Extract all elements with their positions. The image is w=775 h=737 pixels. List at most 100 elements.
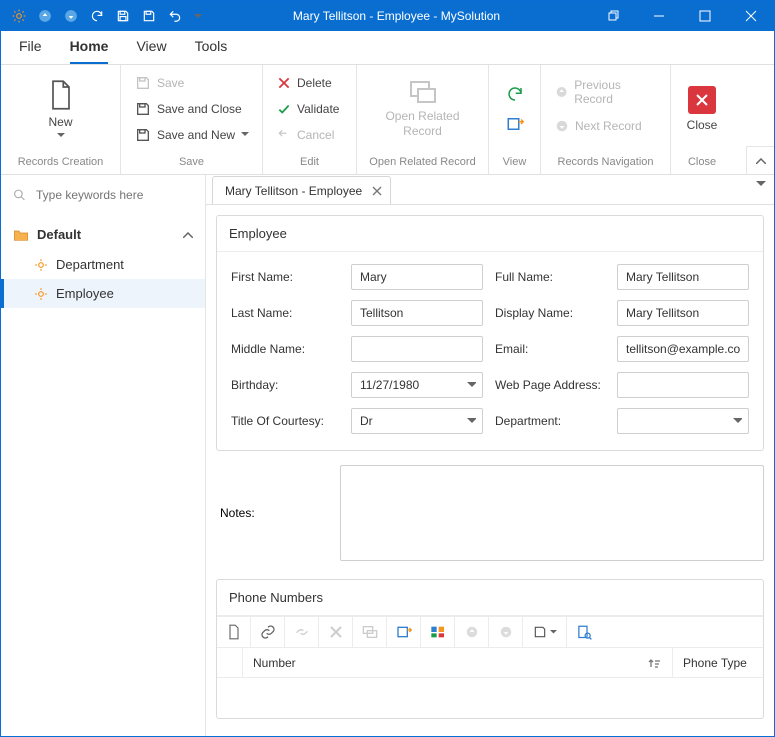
notes-row: Notes:	[216, 465, 764, 561]
chevron-down-icon	[756, 181, 766, 187]
email-field[interactable]	[617, 336, 749, 362]
new-phone-button[interactable]	[217, 617, 251, 647]
search-input[interactable]	[34, 187, 193, 203]
display-name-label: Display Name:	[495, 306, 605, 320]
new-button[interactable]: New	[16, 79, 106, 138]
group-records-creation: Records Creation	[1, 152, 120, 174]
minimize-icon[interactable]	[636, 1, 682, 31]
move-up-button[interactable]	[455, 617, 489, 647]
tabstrip-options-button[interactable]	[756, 181, 766, 187]
arrow-down-circle-icon[interactable]	[59, 2, 83, 30]
arrow-down-circle-icon	[499, 625, 513, 639]
unlink-button[interactable]	[285, 617, 319, 647]
qat-dropdown-icon[interactable]	[189, 2, 203, 30]
first-name-field[interactable]	[351, 264, 483, 290]
notes-field[interactable]	[340, 465, 764, 561]
find-button[interactable]	[567, 617, 601, 647]
title-courtesy-field[interactable]	[351, 408, 483, 434]
move-down-button[interactable]	[489, 617, 523, 647]
chevron-down-icon	[241, 132, 249, 137]
save-and-new-button[interactable]: Save and New	[131, 123, 253, 147]
nav-item-department[interactable]: Department	[1, 250, 205, 279]
search-document-icon	[577, 625, 592, 640]
save-new-icon	[135, 127, 151, 143]
first-name-label: First Name:	[231, 270, 339, 284]
related-record-icon	[408, 79, 438, 105]
search-box[interactable]	[1, 175, 205, 215]
open-related-label: Open Related Record	[368, 109, 478, 138]
folder-open-icon	[13, 228, 29, 242]
save-button[interactable]: Save	[131, 71, 188, 95]
open-related-record-button[interactable]: Open Related Record	[368, 79, 478, 138]
close-window-icon[interactable]	[728, 1, 774, 31]
tab-view[interactable]: View	[136, 38, 166, 64]
middle-name-field[interactable]	[351, 336, 483, 362]
department-field[interactable]	[617, 408, 749, 434]
cancel-button[interactable]: Cancel	[273, 123, 338, 147]
chevron-down-icon	[57, 133, 65, 138]
delete-icon	[277, 76, 291, 90]
document-tab-label: Mary Tellitson - Employee	[225, 184, 362, 198]
detail-scroll-area[interactable]: Employee First Name: Full Name: Last Nam…	[206, 205, 774, 736]
link-button[interactable]	[251, 617, 285, 647]
nav-item-employee[interactable]: Employee	[1, 279, 205, 308]
chevron-down-icon[interactable]	[467, 382, 476, 388]
refresh-icon	[506, 85, 524, 103]
document-tab[interactable]: Mary Tellitson - Employee	[212, 176, 391, 204]
maximize-icon[interactable]	[682, 1, 728, 31]
open-record-button[interactable]	[387, 617, 421, 647]
phone-panel-header: Phone Numbers	[217, 580, 763, 616]
title-bar: Mary Tellitson - Employee - MySolution	[1, 1, 774, 31]
full-name-field[interactable]	[617, 264, 749, 290]
gear-icon[interactable]	[7, 2, 31, 30]
grid-selector-column[interactable]	[217, 648, 243, 677]
next-record-button[interactable]: Next Record	[551, 114, 646, 138]
delete-button[interactable]: Delete	[273, 71, 336, 95]
birthday-field[interactable]	[351, 372, 483, 398]
ribbon-collapse-button[interactable]	[746, 146, 774, 174]
tab-file[interactable]: File	[19, 38, 42, 64]
column-phone-type-label: Phone Type	[683, 656, 747, 670]
refresh-icon[interactable]	[85, 2, 109, 30]
arrow-down-circle-icon	[555, 119, 569, 133]
chevron-down-icon[interactable]	[467, 418, 476, 424]
nav-folder-default[interactable]: Default	[1, 219, 205, 250]
save-and-close-button[interactable]: Save and Close	[131, 97, 246, 121]
save-icon[interactable]	[111, 2, 135, 30]
document-tabstrip: Mary Tellitson - Employee	[206, 175, 774, 205]
content-area: Mary Tellitson - Employee Employee First…	[206, 175, 774, 736]
mdi-restore-icon[interactable]	[590, 1, 636, 31]
close-record-button[interactable]: Close	[679, 86, 725, 132]
save-close-label: Save and Close	[157, 102, 242, 116]
clone-button[interactable]	[353, 617, 387, 647]
tab-home[interactable]: Home	[70, 38, 109, 64]
web-field[interactable]	[617, 372, 749, 398]
column-number[interactable]: Number	[243, 648, 673, 677]
navigation-sidebar: Default Department Employee	[1, 175, 206, 736]
column-phone-type[interactable]: Phone Type	[673, 648, 763, 677]
gear-icon	[34, 287, 48, 301]
layout-button[interactable]	[421, 617, 455, 647]
last-name-field[interactable]	[351, 300, 483, 326]
link-icon	[260, 624, 276, 640]
undo-icon	[277, 128, 291, 142]
birthday-label: Birthday:	[231, 378, 339, 392]
arrow-up-circle-icon[interactable]	[33, 2, 57, 30]
save-layout-button[interactable]	[523, 617, 567, 647]
tab-tools[interactable]: Tools	[195, 38, 228, 64]
close-tab-icon[interactable]	[372, 186, 382, 196]
new-document-icon	[47, 79, 75, 111]
validate-button[interactable]: Validate	[273, 97, 343, 121]
save-close-icon[interactable]	[137, 2, 161, 30]
delete-phone-button[interactable]	[319, 617, 353, 647]
refresh-view-button[interactable]	[506, 85, 524, 103]
undo-icon[interactable]	[163, 2, 187, 30]
display-name-field[interactable]	[617, 300, 749, 326]
delete-icon	[330, 626, 342, 638]
reset-view-button[interactable]	[506, 115, 524, 133]
phone-grid-body[interactable]	[217, 678, 763, 718]
chevron-down-icon[interactable]	[733, 418, 742, 424]
previous-record-button[interactable]: Previous Record	[551, 80, 662, 104]
unlink-icon	[294, 624, 310, 640]
save-label: Save	[157, 76, 184, 90]
